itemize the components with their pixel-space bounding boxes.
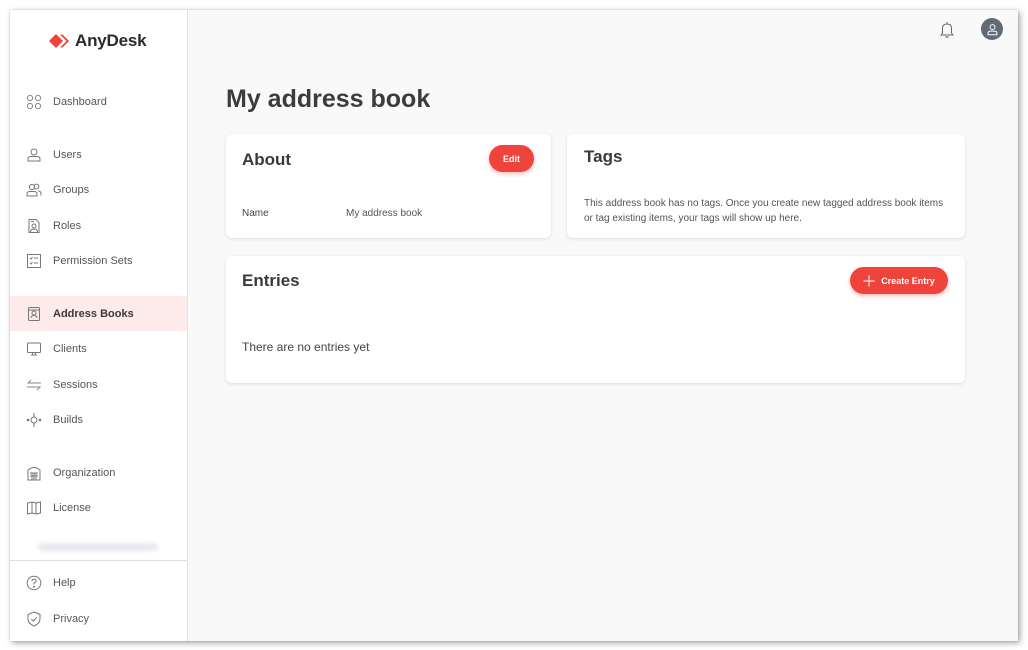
bell-icon	[940, 22, 954, 38]
sidebar-item-label: Roles	[53, 219, 82, 232]
about-card: About Edit Name My address book	[226, 134, 551, 238]
sidebar-item-label: Groups	[53, 183, 90, 196]
privacy-icon	[26, 610, 42, 627]
sidebar-item-privacy[interactable]: Privacy	[10, 601, 187, 636]
sidebar: AnyDesk Dashboard Users Groups Roles Per…	[10, 10, 188, 641]
app-window: AnyDesk Dashboard Users Groups Roles Per…	[10, 10, 1018, 641]
builds-icon	[26, 412, 42, 428]
organization-icon	[26, 465, 42, 481]
sidebar-item-label: Help	[53, 576, 76, 589]
plus-icon	[863, 275, 875, 286]
page-title: My address book	[226, 85, 431, 113]
sidebar-divider	[10, 560, 187, 561]
sidebar-item-label: Clients	[53, 342, 87, 355]
create-entry-label: Create Entry	[881, 275, 935, 286]
sidebar-item-label: Dashboard	[53, 95, 107, 108]
sidebar-item-builds[interactable]: Builds	[10, 402, 187, 437]
anydesk-logo-icon	[49, 34, 69, 48]
groups-icon	[26, 182, 42, 198]
monitor-icon	[26, 341, 42, 357]
anydesk-logo[interactable]: AnyDesk	[49, 30, 147, 52]
sidebar-item-label: Builds	[53, 413, 83, 426]
sidebar-item-label: Users	[53, 148, 82, 161]
sidebar-item-label: Privacy	[53, 612, 90, 625]
sidebar-item-label: Sessions	[53, 378, 98, 391]
sidebar-item-license[interactable]: License	[10, 490, 187, 525]
redacted-version-text	[38, 543, 158, 551]
sidebar-item-dashboard[interactable]: Dashboard	[10, 84, 187, 119]
name-label: Name	[242, 208, 269, 219]
dashboard-icon	[26, 94, 42, 110]
notifications-button[interactable]	[937, 20, 957, 40]
help-icon	[26, 575, 42, 591]
license-icon	[26, 500, 42, 516]
roles-icon	[26, 218, 42, 234]
sidebar-item-users[interactable]: Users	[10, 137, 187, 172]
brand-name: AnyDesk	[75, 31, 147, 50]
sidebar-item-roles[interactable]: Roles	[10, 208, 187, 243]
tags-card: Tags This address book has no tags. Once…	[567, 134, 965, 238]
create-entry-button[interactable]: Create Entry	[850, 267, 948, 294]
sidebar-item-sessions[interactable]: Sessions	[10, 367, 187, 402]
about-title: About	[242, 150, 292, 169]
sidebar-item-organization[interactable]: Organization	[10, 455, 187, 490]
sidebar-item-label: Organization	[53, 466, 116, 479]
tags-title: Tags	[584, 147, 623, 166]
sidebar-item-label: License	[53, 501, 91, 514]
entries-card: Entries Create Entry There are no entrie…	[226, 256, 965, 383]
entries-title: Entries	[242, 271, 300, 290]
edit-button[interactable]: Edit	[489, 145, 534, 172]
sidebar-item-help[interactable]: Help	[10, 565, 187, 600]
address-book-icon	[26, 306, 42, 322]
tags-empty-description: This address book has no tags. Once you …	[584, 198, 944, 224]
user-avatar[interactable]	[981, 18, 1003, 40]
sidebar-item-permission-sets[interactable]: Permission Sets	[10, 243, 187, 278]
sidebar-item-address-books[interactable]: Address Books	[10, 296, 187, 331]
sidebar-item-label: Address Books	[53, 307, 134, 320]
sidebar-item-clients[interactable]: Clients	[10, 331, 187, 366]
sidebar-item-label: Permission Sets	[53, 254, 133, 267]
sessions-icon	[26, 377, 42, 393]
entries-empty-text: There are no entries yet	[242, 340, 370, 354]
name-value: My address book	[346, 208, 423, 219]
permission-sets-icon	[26, 253, 42, 269]
sidebar-item-groups[interactable]: Groups	[10, 172, 187, 207]
user-avatar-icon	[987, 23, 997, 35]
user-icon	[26, 147, 42, 163]
